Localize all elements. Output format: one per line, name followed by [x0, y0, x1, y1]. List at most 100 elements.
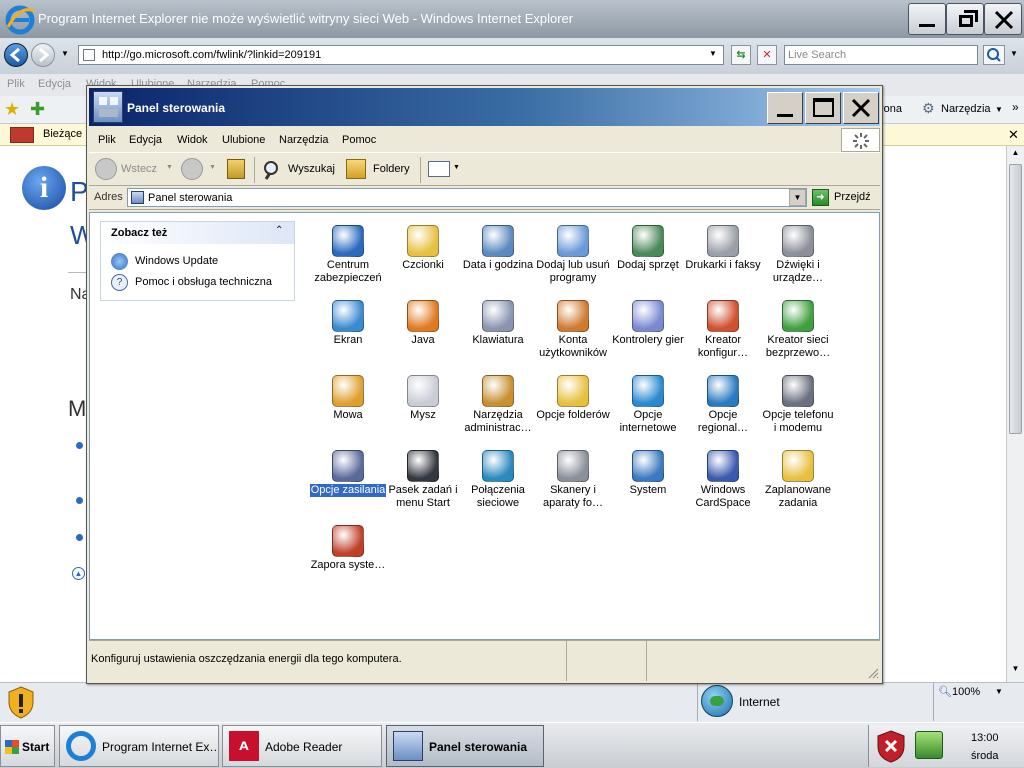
- scroll-up-icon[interactable]: ▲: [1009, 148, 1022, 162]
- taskbar-adobe-button[interactable]: ᴀ Adobe Reader: [222, 725, 382, 767]
- control-panel-item[interactable]: Ekran: [309, 300, 387, 347]
- control-panel-item[interactable]: Dźwięki i urządze…: [759, 225, 837, 285]
- ie-menu-edycja[interactable]: Edycja: [38, 78, 71, 90]
- menu-narzedzia[interactable]: Narzędzia: [279, 134, 329, 146]
- control-panel-item[interactable]: Dodaj lub usuń programy: [534, 225, 612, 285]
- control-panel-item[interactable]: Opcje telefonu i modemu: [759, 375, 837, 435]
- search-dropdown-icon[interactable]: ▼: [1010, 49, 1018, 58]
- control-panel-item[interactable]: Narzędzia administrac…: [459, 375, 537, 435]
- forward-dropdown-icon[interactable]: ▼: [209, 164, 216, 171]
- control-panel-item[interactable]: Konta użytkowników: [534, 300, 612, 360]
- control-panel-item[interactable]: Dodaj sprzęt: [609, 225, 687, 272]
- security-shield-icon[interactable]: [6, 685, 36, 719]
- ie-menu-plik[interactable]: Plik: [7, 78, 25, 90]
- network-tray-icon[interactable]: [915, 731, 943, 759]
- expand-up-icon[interactable]: ▲: [72, 567, 85, 580]
- folders-icon[interactable]: [346, 159, 366, 179]
- start-button[interactable]: Start: [0, 725, 55, 767]
- info-close-icon[interactable]: ✕: [1008, 127, 1019, 143]
- control-panel-item[interactable]: Opcje regional…: [684, 375, 762, 435]
- control-panel-item[interactable]: Klawiatura: [459, 300, 537, 347]
- resize-grip-icon[interactable]: [867, 667, 879, 679]
- forward-arrow-icon[interactable]: [181, 158, 203, 180]
- ie-minimize-button[interactable]: [908, 3, 946, 35]
- close-button[interactable]: [843, 92, 879, 124]
- taskbar-ie-button[interactable]: Program Internet Ex…: [59, 725, 219, 767]
- control-panel-item[interactable]: Czcionki: [384, 225, 462, 272]
- tools-dropdown-icon[interactable]: ▼: [995, 105, 1003, 114]
- forward-button[interactable]: [31, 43, 55, 67]
- control-panel-title-bar[interactable]: Panel sterowania: [89, 88, 880, 126]
- zoom-level[interactable]: 100%: [952, 686, 980, 698]
- control-panel-item[interactable]: Pasek zadań i menu Start: [384, 450, 462, 510]
- control-panel-item-label: Opcje folderów: [536, 409, 610, 421]
- zoom-icon[interactable]: 🔍︎: [938, 685, 952, 698]
- taskbar-control-panel-button[interactable]: Panel sterowania: [386, 725, 544, 767]
- folder-up-icon[interactable]: [227, 159, 245, 179]
- control-panel-item[interactable]: Kontrolery gier: [609, 300, 687, 347]
- ie-tools-button[interactable]: Narzędzia: [941, 103, 991, 115]
- menu-edycja[interactable]: Edycja: [129, 134, 162, 146]
- ie-tab-label[interactable]: Bieżące: [43, 128, 82, 140]
- control-panel-item[interactable]: Windows CardSpace: [684, 450, 762, 510]
- search-icon[interactable]: [983, 45, 1005, 65]
- clock-time[interactable]: 13:00: [971, 732, 999, 744]
- control-panel-item[interactable]: System: [609, 450, 687, 497]
- control-panel-item[interactable]: Opcje internetowe: [609, 375, 687, 435]
- address-dropdown-icon[interactable]: ▼: [789, 189, 806, 206]
- ie-fav-fragment[interactable]: rona: [880, 103, 902, 115]
- control-panel-item[interactable]: Drukarki i faksy: [684, 225, 762, 272]
- back-arrow-icon[interactable]: [95, 158, 117, 180]
- address-dropdown-icon[interactable]: ▼: [709, 49, 717, 58]
- control-panel-item[interactable]: Mysz: [384, 375, 462, 422]
- views-icon[interactable]: [428, 161, 450, 177]
- views-dropdown-icon[interactable]: ▼: [453, 164, 460, 171]
- back-button-label[interactable]: Wstecz: [121, 163, 157, 175]
- control-panel-item[interactable]: Mowa: [309, 375, 387, 422]
- scroll-thumb[interactable]: [1009, 164, 1022, 434]
- folders-button-label[interactable]: Foldery: [373, 163, 410, 175]
- ie-close-button[interactable]: [984, 3, 1022, 35]
- ie-logo-icon: [5, 5, 35, 35]
- favorites-star-icon[interactable]: ★: [4, 99, 20, 120]
- control-panel-item[interactable]: Skanery i aparaty fo…: [534, 450, 612, 510]
- gear-icon[interactable]: ⚙: [922, 100, 935, 117]
- back-dropdown-icon[interactable]: ▼: [166, 164, 173, 171]
- ie-address-field[interactable]: http://go.microsoft.com/fwlink/?linkid=2…: [78, 45, 724, 65]
- menu-widok[interactable]: Widok: [177, 134, 208, 146]
- menu-plik[interactable]: Plik: [98, 134, 116, 146]
- address-input[interactable]: Panel sterowania ▼: [127, 188, 807, 207]
- control-panel-item[interactable]: Java: [384, 300, 462, 347]
- control-panel-item[interactable]: Kreator sieci bezprzewo…: [759, 300, 837, 360]
- refresh-icon[interactable]: ⇆: [731, 45, 751, 65]
- control-panel-item[interactable]: Kreator konfigur…: [684, 300, 762, 360]
- globe-icon: [707, 375, 739, 407]
- back-button[interactable]: [4, 43, 28, 67]
- zoom-dropdown-icon[interactable]: ▼: [995, 687, 1003, 696]
- maximize-button[interactable]: [805, 92, 841, 124]
- search-button-label[interactable]: Wyszukaj: [288, 163, 335, 175]
- go-button[interactable]: Przejdź: [834, 191, 871, 203]
- chevron-more-icon[interactable]: »: [1012, 100, 1019, 114]
- menu-pomoc[interactable]: Pomoc: [342, 134, 376, 146]
- search-icon[interactable]: [261, 158, 285, 182]
- go-arrow-icon[interactable]: ➜: [812, 189, 829, 206]
- history-dropdown-icon[interactable]: ▼: [61, 49, 69, 58]
- security-alert-icon[interactable]: [875, 729, 907, 763]
- scroll-down-icon[interactable]: ▼: [1009, 664, 1022, 678]
- control-panel-item[interactable]: Zaplanowane zadania: [759, 450, 837, 510]
- calendar-clock-icon: [482, 225, 514, 257]
- ie-restore-button[interactable]: [946, 3, 984, 35]
- ie-vertical-scrollbar[interactable]: ▲ ▼: [1006, 146, 1024, 682]
- control-panel-item[interactable]: Centrum zabezpieczeń: [309, 225, 387, 285]
- control-panel-item[interactable]: Data i godzina: [459, 225, 537, 272]
- add-favorite-icon[interactable]: ✚: [30, 99, 45, 120]
- minimize-button[interactable]: [767, 92, 803, 124]
- control-panel-item[interactable]: Opcje folderów: [534, 375, 612, 422]
- control-panel-item[interactable]: Opcje zasilania: [309, 450, 387, 497]
- live-search-input[interactable]: Live Search: [784, 45, 978, 65]
- control-panel-item[interactable]: Połączenia sieciowe: [459, 450, 537, 510]
- control-panel-item[interactable]: Zapora syste…: [309, 525, 387, 572]
- menu-ulubione[interactable]: Ulubione: [222, 134, 265, 146]
- stop-icon[interactable]: ✕: [757, 45, 777, 65]
